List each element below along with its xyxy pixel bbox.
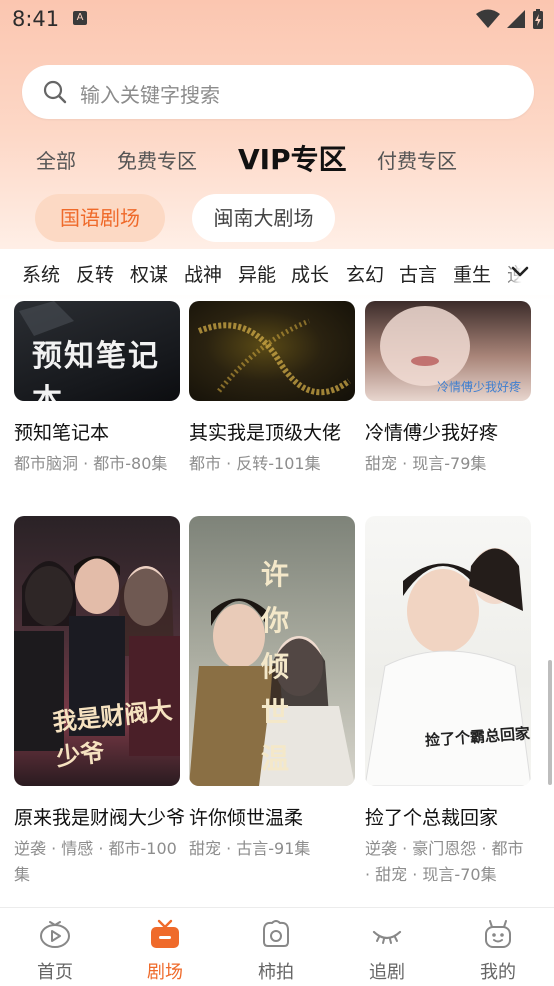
drama-tags: 逆袭 · 情感 · 都市-100集: [14, 839, 177, 884]
signal-icon: [507, 10, 525, 28]
robot-icon: [485, 920, 511, 948]
nav-mine[interactable]: 我的: [443, 908, 553, 986]
nav-follow[interactable]: 追剧: [332, 908, 442, 986]
search-icon: [43, 80, 67, 104]
drama-title[interactable]: 其实我是顶级大佬: [189, 418, 365, 445]
poster-art: [197, 318, 351, 396]
drama-card[interactable]: 预知笔记本 预知笔记本 都市脑洞 · 都市-80集: [14, 301, 180, 516]
drama-poster[interactable]: [189, 301, 355, 401]
genre-item[interactable]: 重生: [453, 260, 491, 287]
drama-card[interactable]: 冷情傅少我好疼 冷情傅少我好疼 甜宠 · 现言-79集: [365, 301, 531, 516]
genre-item[interactable]: 成长: [291, 260, 329, 287]
notification-icon: A: [73, 11, 87, 25]
drama-tags: 甜宠 · 现言-79集: [365, 454, 487, 473]
nav-label: 剧场: [147, 962, 183, 983]
poster-title: 冷情傅少我好疼: [436, 380, 521, 394]
drama-title[interactable]: 原来我是财阀大少爷: [14, 803, 190, 830]
drama-tags: 都市 · 反转-101集: [189, 454, 321, 473]
search-placeholder: 输入关键字搜索: [80, 83, 220, 107]
drama-tags: 甜宠 · 古言-91集: [189, 839, 311, 858]
genre-item[interactable]: 玄幻: [346, 260, 384, 287]
scrollbar[interactable]: [548, 660, 552, 785]
drama-tags: 都市脑洞 · 都市-80集: [14, 454, 168, 473]
nav-theater[interactable]: 剧场: [110, 908, 220, 986]
wifi-icon: [476, 9, 500, 28]
nav-label: 柿拍: [258, 962, 294, 983]
drama-title[interactable]: 冷情傅少我好疼: [365, 418, 541, 445]
chevron-down-icon[interactable]: [510, 262, 530, 282]
zone-tabs: 全部 免费专区 VIP专区 付费专区: [0, 135, 554, 179]
genre-item[interactable]: 权谋: [130, 260, 168, 287]
drama-card[interactable]: 许你倾世温柔 许你倾世温柔 甜宠 · 古言-91集: [189, 516, 355, 906]
drama-grid: 预知笔记本 预知笔记本 都市脑洞 · 都市-80集 其实我是顶级大佬 都市 · …: [0, 301, 554, 907]
genre-item[interactable]: 反转: [76, 260, 114, 287]
drama-card[interactable]: 其实我是顶级大佬 都市 · 反转-101集: [189, 301, 355, 516]
battery-icon: [533, 9, 543, 29]
chip-mandarin-theater[interactable]: 国语剧场: [35, 194, 165, 242]
status-bar: 8:41 A: [0, 0, 554, 38]
nav-label: 我的: [480, 962, 516, 983]
chip-minnan-theater[interactable]: 闽南大剧场: [192, 194, 335, 242]
eye-icon: [372, 930, 402, 944]
drama-poster[interactable]: 预知笔记本: [14, 301, 180, 401]
genre-item[interactable]: 异能: [238, 260, 276, 287]
status-icons: [476, 8, 544, 30]
nav-home[interactable]: 首页: [0, 908, 110, 986]
drama-poster[interactable]: 冷情傅少我好疼: [365, 301, 531, 401]
genre-item[interactable]: 战神: [184, 260, 222, 287]
drama-card[interactable]: 捡了个霸总回家 捡了个总裁回家 逆袭 · 豪门恩怨 · 都市 · 甜宠 · 现言…: [365, 516, 531, 906]
genre-item[interactable]: 系统: [22, 260, 60, 287]
tab-vip[interactable]: VIP专区: [238, 138, 347, 178]
poster-title: 预知笔记本: [32, 339, 160, 401]
tab-paid[interactable]: 付费专区: [377, 145, 457, 174]
tv-icon: [40, 921, 70, 948]
drama-title[interactable]: 捡了个总裁回家: [365, 803, 541, 830]
bottom-nav: 首页 剧场 柿拍 追剧 我的: [0, 907, 554, 986]
tab-free[interactable]: 免费专区: [117, 145, 197, 174]
drama-tags: 逆袭 · 豪门恩怨 · 都市 · 甜宠 · 现言-70集: [365, 839, 524, 884]
poster-title: 许你倾世温柔: [260, 558, 289, 775]
tab-all[interactable]: 全部: [36, 145, 76, 174]
camera-icon: [263, 920, 289, 947]
status-time: 8:41: [12, 7, 60, 31]
genre-item[interactable]: 古言: [399, 260, 437, 287]
nav-label: 追剧: [369, 962, 405, 983]
nav-label: 首页: [37, 962, 73, 983]
poster-title: 我是财阀大少爷: [51, 695, 174, 772]
search-bar[interactable]: 输入关键字搜索: [22, 65, 534, 119]
theater-icon: [151, 919, 179, 948]
drama-poster[interactable]: 我是财阀大少爷: [14, 516, 180, 786]
nav-shipai[interactable]: 柿拍: [221, 908, 331, 986]
drama-poster[interactable]: 捡了个霸总回家: [365, 516, 531, 786]
genre-filter-row: 系统 反转 权谋 战神 异能 成长 玄幻 古言 重生 逆: [0, 249, 554, 295]
drama-card[interactable]: 我是财阀大少爷 原来我是财阀大少爷 逆袭 · 情感 · 都市-100集: [14, 516, 185, 906]
drama-title[interactable]: 许你倾世温柔: [189, 803, 365, 830]
drama-poster[interactable]: 许你倾世温柔: [189, 516, 355, 786]
drama-title[interactable]: 预知笔记本: [14, 418, 190, 445]
